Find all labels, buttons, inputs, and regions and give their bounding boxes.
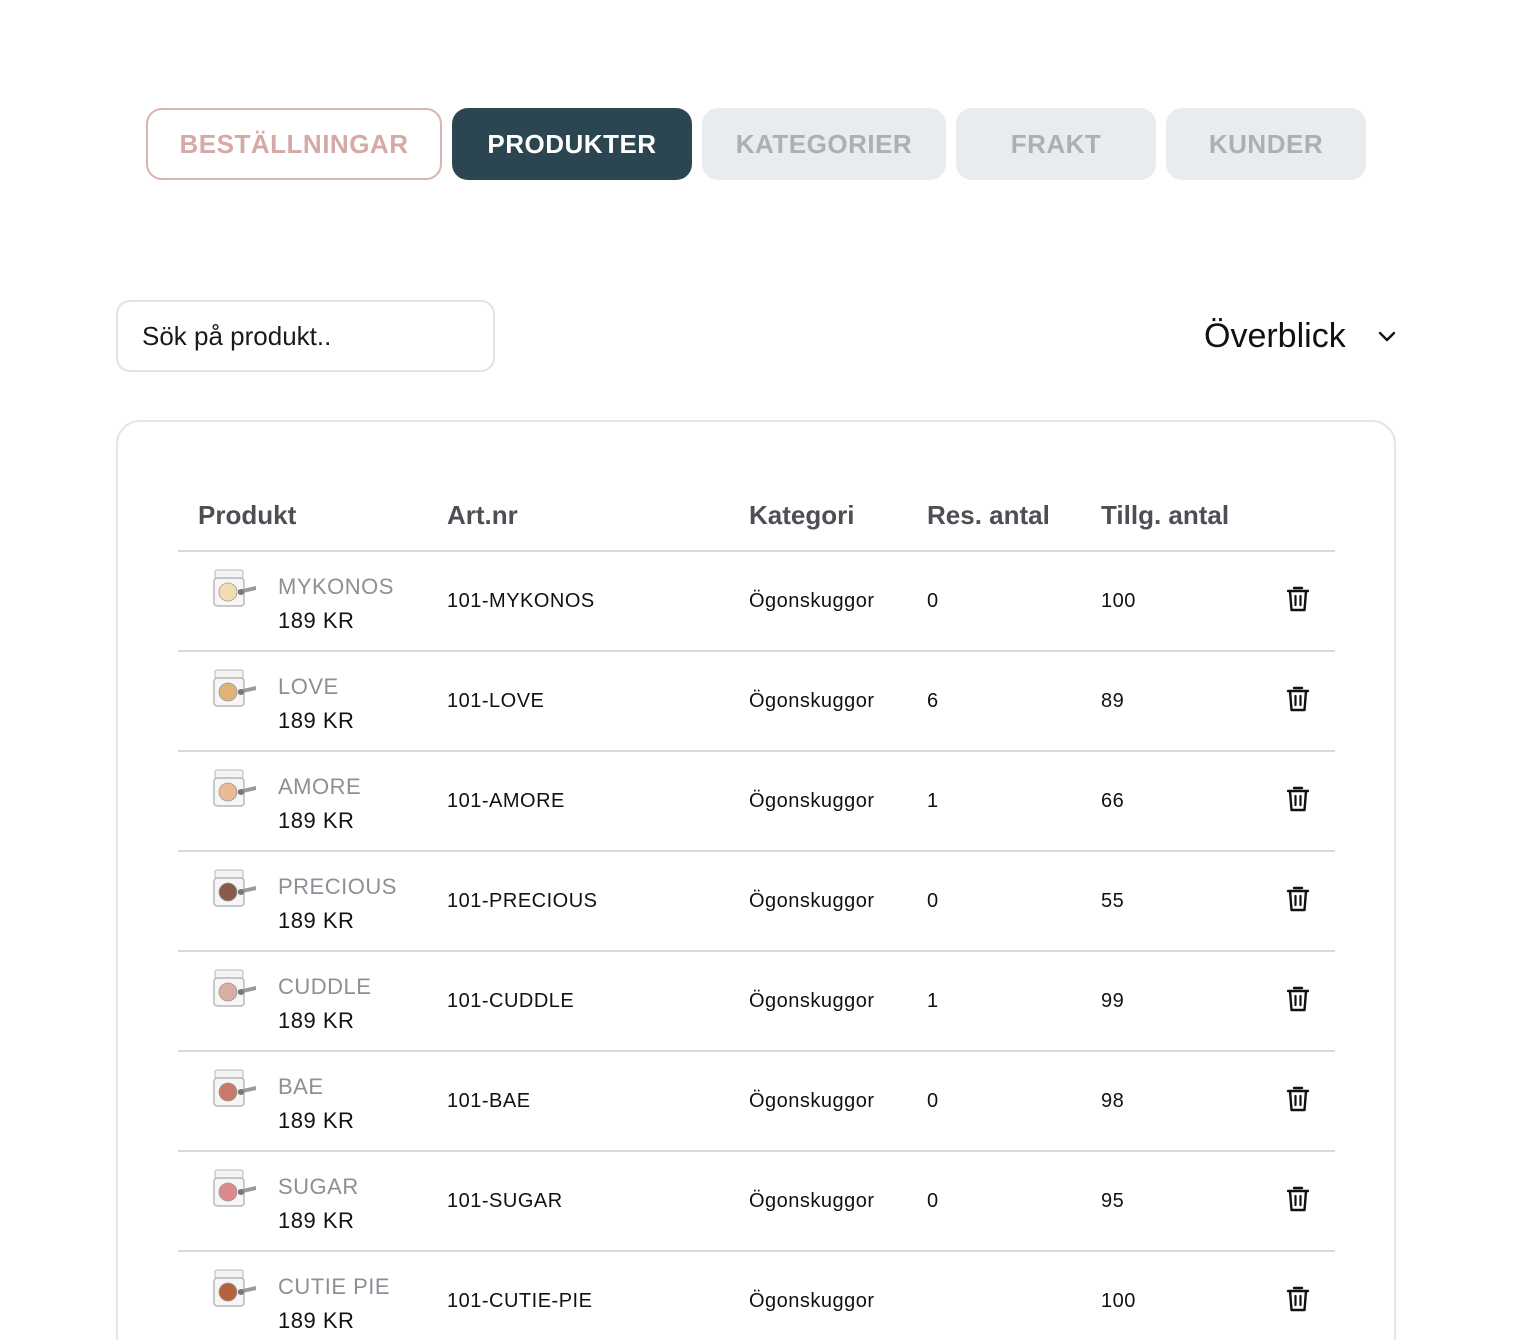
- product-name[interactable]: PRECIOUS: [278, 874, 397, 900]
- product-price: 189 KR: [278, 1308, 355, 1333]
- product-available: 99: [1101, 990, 1125, 1012]
- table-row[interactable]: MYKONOS 189 KR 101-MYKONOS Ögonskuggor 0…: [178, 552, 1335, 652]
- view-select-dropdown[interactable]: Överblick: [1204, 310, 1398, 362]
- product-category: Ögonskuggor: [749, 1190, 875, 1212]
- tab-categories[interactable]: KATEGORIER: [702, 108, 946, 180]
- product-name[interactable]: CUDDLE: [278, 974, 371, 1000]
- product-reserved: 6: [927, 690, 939, 712]
- table-row[interactable]: CUDDLE 189 KR 101-CUDDLE Ögonskuggor 1 9…: [178, 952, 1335, 1052]
- product-price: 189 KR: [278, 1108, 355, 1133]
- table-row[interactable]: SUGAR 189 KR 101-SUGAR Ögonskuggor 0 95: [178, 1152, 1335, 1252]
- product-price: 189 KR: [278, 708, 355, 733]
- product-thumbnail: [212, 768, 258, 810]
- product-category: Ögonskuggor: [749, 1290, 875, 1312]
- product-thumbnail: [212, 868, 258, 910]
- trash-icon[interactable]: [1285, 985, 1311, 1013]
- admin-products-page: BESTÄLLNINGAR PRODUKTER KATEGORIER FRAKT…: [0, 0, 1516, 1340]
- trash-icon[interactable]: [1285, 1085, 1311, 1113]
- product-name[interactable]: LOVE: [278, 674, 339, 700]
- product-available: 100: [1101, 1290, 1136, 1312]
- tab-customers[interactable]: KUNDER: [1166, 108, 1366, 180]
- trash-icon[interactable]: [1285, 585, 1311, 613]
- product-artnr: 101-MYKONOS: [447, 590, 595, 612]
- product-thumbnail: [212, 968, 258, 1010]
- product-reserved: 0: [927, 1090, 939, 1112]
- table-header: Produkt Art.nr Kategori Res. antal Tillg…: [178, 480, 1335, 552]
- product-artnr: 101-SUGAR: [447, 1190, 563, 1212]
- table-row[interactable]: BAE 189 KR 101-BAE Ögonskuggor 0 98: [178, 1052, 1335, 1152]
- product-name[interactable]: CUTIE PIE: [278, 1274, 390, 1300]
- product-artnr: 101-PRECIOUS: [447, 890, 598, 912]
- trash-icon[interactable]: [1285, 1285, 1311, 1313]
- product-category: Ögonskuggor: [749, 990, 875, 1012]
- header-product[interactable]: Produkt: [198, 500, 296, 531]
- header-available[interactable]: Tillg. antal: [1101, 500, 1229, 531]
- product-price: 189 KR: [278, 808, 355, 833]
- product-artnr: 101-BAE: [447, 1090, 531, 1112]
- product-available: 89: [1101, 690, 1125, 712]
- product-reserved: 0: [927, 890, 939, 912]
- header-category[interactable]: Kategori: [749, 500, 854, 531]
- table-row[interactable]: LOVE 189 KR 101-LOVE Ögonskuggor 6 89: [178, 652, 1335, 752]
- product-price: 189 KR: [278, 908, 355, 933]
- product-thumbnail: [212, 1268, 258, 1310]
- product-artnr: 101-CUDDLE: [447, 990, 575, 1012]
- product-thumbnail: [212, 1068, 258, 1110]
- product-name[interactable]: BAE: [278, 1074, 324, 1100]
- table-row[interactable]: AMORE 189 KR 101-AMORE Ögonskuggor 1 66: [178, 752, 1335, 852]
- product-category: Ögonskuggor: [749, 590, 875, 612]
- product-reserved: 1: [927, 790, 939, 812]
- chevron-down-icon: [1376, 325, 1398, 347]
- table-row[interactable]: CUTIE PIE 189 KR 101-CUTIE-PIE Ögonskugg…: [178, 1252, 1335, 1340]
- product-artnr: 101-LOVE: [447, 690, 545, 712]
- product-artnr: 101-CUTIE-PIE: [447, 1290, 593, 1312]
- product-price: 189 KR: [278, 1008, 355, 1033]
- product-name[interactable]: SUGAR: [278, 1174, 359, 1200]
- trash-icon[interactable]: [1285, 785, 1311, 813]
- trash-icon[interactable]: [1285, 685, 1311, 713]
- product-available: 100: [1101, 590, 1136, 612]
- product-category: Ögonskuggor: [749, 790, 875, 812]
- tab-products[interactable]: PRODUKTER: [452, 108, 692, 180]
- product-reserved: 0: [927, 1190, 939, 1212]
- product-price: 189 KR: [278, 608, 355, 633]
- trash-icon[interactable]: [1285, 1185, 1311, 1213]
- table-row[interactable]: PRECIOUS 189 KR 101-PRECIOUS Ögonskuggor…: [178, 852, 1335, 952]
- product-available: 55: [1101, 890, 1125, 912]
- product-category: Ögonskuggor: [749, 890, 875, 912]
- product-name[interactable]: MYKONOS: [278, 574, 394, 600]
- view-select-label: Överblick: [1204, 316, 1346, 355]
- tab-orders[interactable]: BESTÄLLNINGAR: [146, 108, 442, 180]
- header-reserved[interactable]: Res. antal: [927, 500, 1050, 531]
- product-thumbnail: [212, 668, 258, 710]
- product-available: 95: [1101, 1190, 1125, 1212]
- product-category: Ögonskuggor: [749, 690, 875, 712]
- product-name[interactable]: AMORE: [278, 774, 361, 800]
- tab-shipping[interactable]: FRAKT: [956, 108, 1156, 180]
- product-available: 98: [1101, 1090, 1125, 1112]
- trash-icon[interactable]: [1285, 885, 1311, 913]
- product-price: 189 KR: [278, 1208, 355, 1233]
- product-thumbnail: [212, 1168, 258, 1210]
- header-artnr[interactable]: Art.nr: [447, 500, 518, 531]
- product-category: Ögonskuggor: [749, 1090, 875, 1112]
- product-thumbnail: [212, 568, 258, 610]
- product-available: 66: [1101, 790, 1125, 812]
- search-input[interactable]: [116, 300, 495, 372]
- table-body: MYKONOS 189 KR 101-MYKONOS Ögonskuggor 0…: [178, 552, 1335, 1340]
- product-reserved: 1: [927, 990, 939, 1012]
- product-reserved: 0: [927, 590, 939, 612]
- product-artnr: 101-AMORE: [447, 790, 565, 812]
